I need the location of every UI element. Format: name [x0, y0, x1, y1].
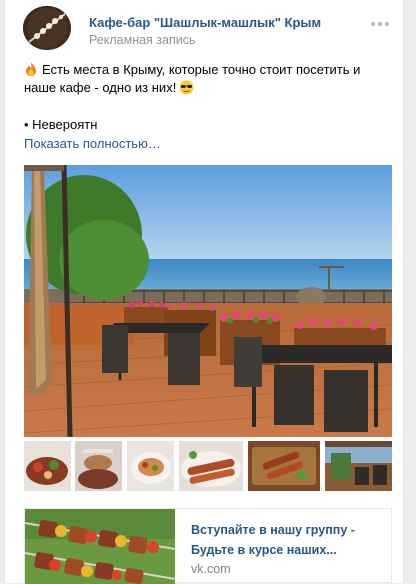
- sunglasses-emoji-icon: [179, 80, 194, 95]
- post-card: Кафе-бар "Шашлык-машлык" Крым Рекламная …: [4, 0, 404, 584]
- photo-thumbnails: [24, 441, 392, 491]
- link-snippet[interactable]: Вступайте в нашу группу - Будьте в курсе…: [24, 508, 392, 584]
- post-text-line-1: Есть места в Крыму, которые точно стоит …: [24, 61, 394, 79]
- link-domain: vk.com: [191, 562, 231, 576]
- link-title[interactable]: Вступайте в нашу группу - Будьте в курсе…: [191, 520, 381, 560]
- fire-emoji-icon: [26, 62, 36, 76]
- show-more-link[interactable]: Показать полностью…: [24, 136, 161, 151]
- post-text: Есть места в Крыму, которые точно стоит …: [24, 61, 394, 97]
- photo-thumbnail[interactable]: [325, 441, 392, 491]
- ad-label: Рекламная запись: [89, 33, 196, 47]
- photo-thumbnail[interactable]: [179, 441, 243, 491]
- post-text-line-2: наше кафе - одно из них!: [24, 79, 394, 97]
- photo-thumbnail[interactable]: [75, 441, 122, 491]
- photo-thumbnail[interactable]: [24, 441, 71, 491]
- link-thumbnail[interactable]: [25, 509, 175, 584]
- photo-thumbnail[interactable]: [127, 441, 174, 491]
- post-text-line-1-text: Есть места в Крыму, которые точно стоит …: [42, 62, 361, 77]
- author-name[interactable]: Кафе-бар "Шашлык-машлык" Крым: [89, 15, 321, 30]
- post-text-line-2-text: наше кафе - одно из них!: [24, 80, 177, 95]
- avatar[interactable]: [23, 6, 71, 50]
- more-options-icon[interactable]: [371, 20, 389, 28]
- post-header: Кафе-бар "Шашлык-машлык" Крым Рекламная …: [23, 6, 393, 50]
- main-photo[interactable]: [24, 165, 392, 437]
- photo-thumbnail[interactable]: [248, 441, 320, 491]
- post-bullet-text: • Невероятн: [24, 117, 98, 132]
